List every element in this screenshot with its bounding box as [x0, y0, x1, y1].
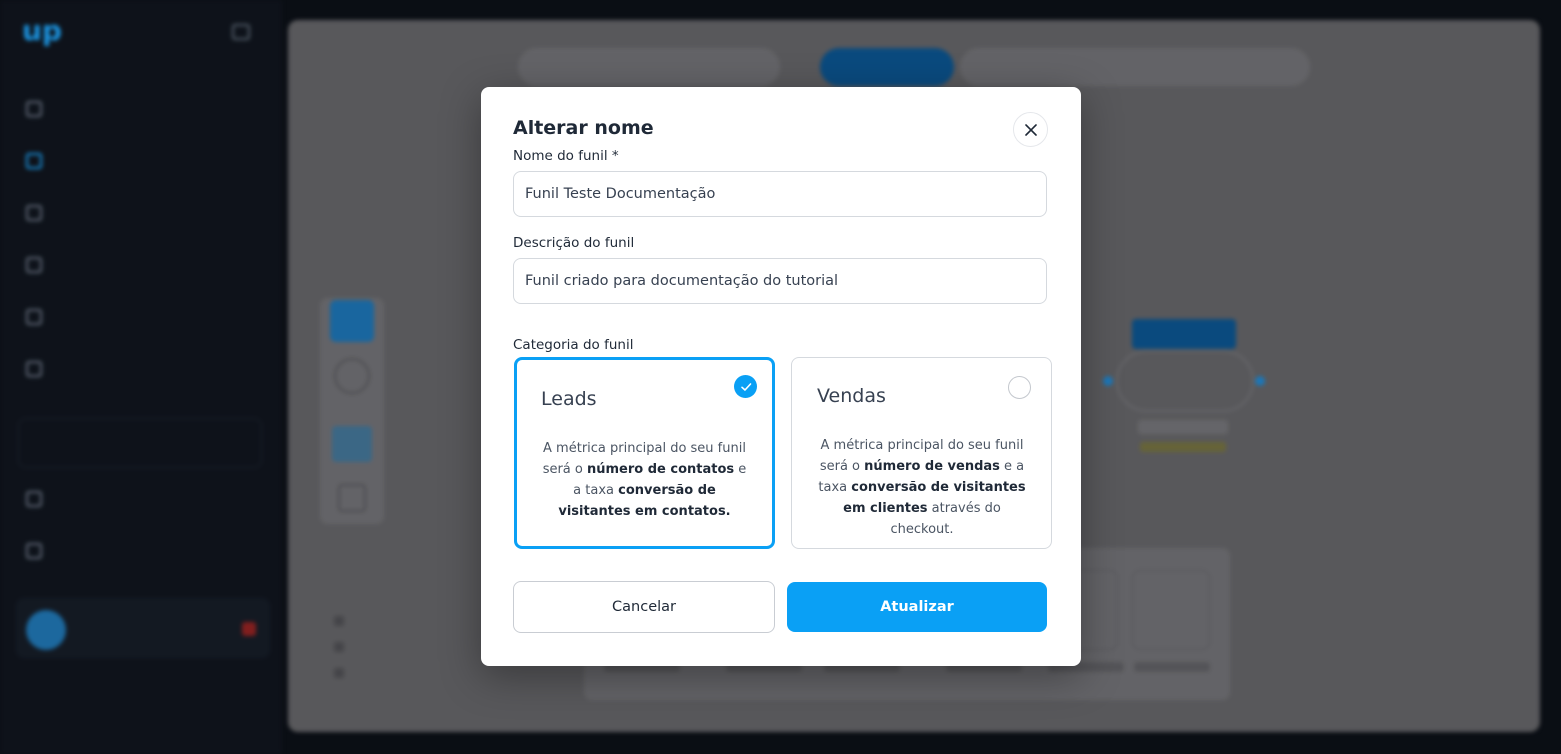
- funnel-category-label: Categoria do funil: [513, 337, 634, 353]
- category-card-leads[interactable]: Leads A métrica principal do seu funil s…: [514, 357, 775, 549]
- funnel-description-label: Descrição do funil: [513, 235, 635, 251]
- update-button[interactable]: Atualizar: [787, 582, 1047, 632]
- check-icon: [734, 375, 757, 398]
- radio-unchecked-icon: [1008, 376, 1031, 399]
- funnel-name-label: Nome do funil *: [513, 148, 619, 164]
- card-title: Vendas: [817, 385, 886, 407]
- modal-title: Alterar nome: [513, 117, 654, 139]
- card-description: A métrica principal do seu funil será o …: [818, 438, 1026, 537]
- close-icon: [1024, 123, 1037, 136]
- category-card-vendas[interactable]: Vendas A métrica principal do seu funil …: [791, 357, 1052, 549]
- funnel-name-input[interactable]: [513, 171, 1047, 217]
- card-title: Leads: [541, 388, 597, 410]
- funnel-description-input[interactable]: [513, 258, 1047, 304]
- rename-funnel-modal: Alterar nome Nome do funil * Descrição d…: [481, 87, 1081, 666]
- card-description: A métrica principal do seu funil será o …: [542, 441, 747, 519]
- close-button[interactable]: [1013, 112, 1048, 147]
- cancel-button[interactable]: Cancelar: [513, 581, 775, 633]
